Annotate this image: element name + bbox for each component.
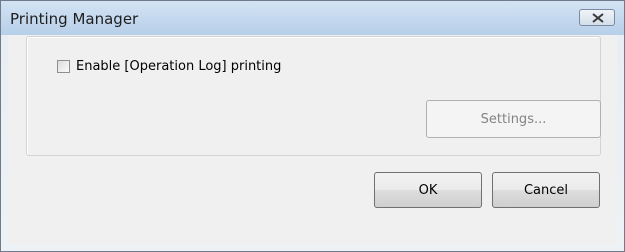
close-icon: [592, 13, 604, 23]
settings-button[interactable]: Settings...: [426, 100, 601, 138]
window-title: Printing Manager: [10, 10, 139, 28]
cancel-button[interactable]: Cancel: [492, 172, 600, 208]
ok-button[interactable]: OK: [374, 172, 482, 208]
title-bar[interactable]: Printing Manager: [1, 1, 624, 35]
options-groupbox: [26, 36, 601, 156]
enable-log-printing-option[interactable]: Enable [Operation Log] printing: [57, 57, 281, 75]
enable-log-printing-checkbox[interactable]: [57, 59, 70, 73]
enable-log-printing-label[interactable]: Enable [Operation Log] printing: [76, 59, 281, 74]
close-button[interactable]: [579, 9, 615, 26]
